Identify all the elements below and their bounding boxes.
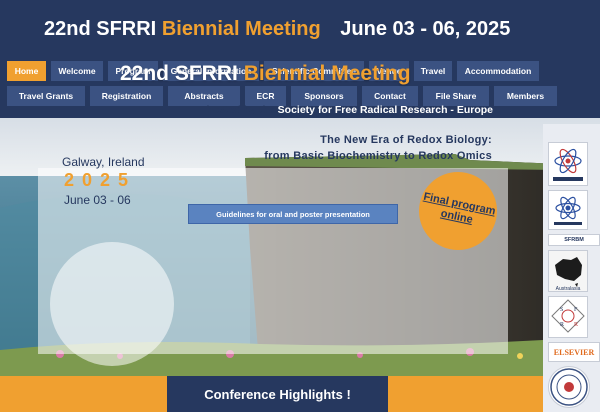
nav-file-share[interactable]: File Share <box>423 86 489 106</box>
nav-travel-grants[interactable]: Travel Grants <box>7 86 85 106</box>
sfrr-europe-logo-icon[interactable] <box>548 190 588 230</box>
sfrr-australasia-logo-icon[interactable]: Australasia <box>548 250 588 292</box>
svg-text:S: S <box>560 307 563 313</box>
society-seal-logo-icon[interactable] <box>548 366 590 408</box>
nav-members[interactable]: Members <box>494 86 557 106</box>
nav-home[interactable]: Home <box>7 61 46 81</box>
meeting-theme-line1: The New Era of Redox Biology: <box>320 134 492 146</box>
nav-registration[interactable]: Registration <box>90 86 163 106</box>
site-title-dates: June 03 - 06, 2025 <box>340 18 511 40</box>
nav-travel[interactable]: Travel <box>414 61 452 81</box>
hero-title-accent: Biennial Meeting <box>243 62 411 85</box>
hosted-by-line: hosted by the Society for Free Radical R… <box>206 104 493 116</box>
nav-contact[interactable]: Contact <box>362 86 418 106</box>
nav-welcome[interactable]: Welcome <box>51 61 103 81</box>
site-title-main: 22nd SFRRI <box>44 18 157 40</box>
hero-location-circle <box>50 242 174 366</box>
nav-abstracts[interactable]: Abstracts <box>168 86 240 106</box>
header-bar: 22nd SFRRI Biennial Meeting June 03 - 06… <box>0 0 600 118</box>
site-title-accent: Biennial Meeting <box>161 18 321 40</box>
meeting-location: Galway, Ireland <box>62 155 145 169</box>
svg-text:R: R <box>560 322 564 328</box>
guidelines-button[interactable]: Guidelines for oral and poster presentat… <box>188 204 398 224</box>
site-title: 22nd SFRRI Biennial Meeting June 03 - 06… <box>44 18 510 41</box>
nav-ecr[interactable]: ECR <box>245 86 286 106</box>
hero-title: 22nd SFRRI Biennial Meeting <box>120 62 411 86</box>
meeting-theme-line2: from Basic Biochemistry to Redox Omics <box>264 150 492 162</box>
hosted-by-org: Society for Free Radical Research - Euro… <box>277 104 493 116</box>
sfrbm-logo-text: SFRBM <box>564 237 584 243</box>
location-country: Ireland <box>107 155 145 169</box>
sfrbm-logo-icon[interactable]: SFRBM <box>548 234 600 246</box>
location-city: Galway, <box>62 155 105 169</box>
conference-highlights-button[interactable]: Conference Highlights ! <box>167 376 388 412</box>
sfrr-international-logo-icon[interactable] <box>548 142 588 186</box>
sfrr-asia-logo-icon[interactable]: S F R R <box>548 296 588 338</box>
svg-text:R: R <box>574 322 578 328</box>
elsevier-logo-text: ELSEVIER <box>553 347 595 357</box>
elsevier-logo-icon[interactable]: ELSEVIER <box>548 342 600 362</box>
meeting-dates: June 03 - 06 <box>64 193 131 207</box>
nav-accommodation[interactable]: Accommodation <box>457 61 539 81</box>
nav-sponsors[interactable]: Sponsors <box>291 86 357 106</box>
hero-title-main: 22nd SFRRI <box>120 62 238 85</box>
nav-row-secondary: Travel Grants Registration Abstracts ECR… <box>7 86 557 106</box>
svg-text:Australasia: Australasia <box>556 286 581 291</box>
hosted-by-prefix: hosted by the <box>206 104 275 116</box>
meeting-year: 2025 <box>64 170 137 190</box>
